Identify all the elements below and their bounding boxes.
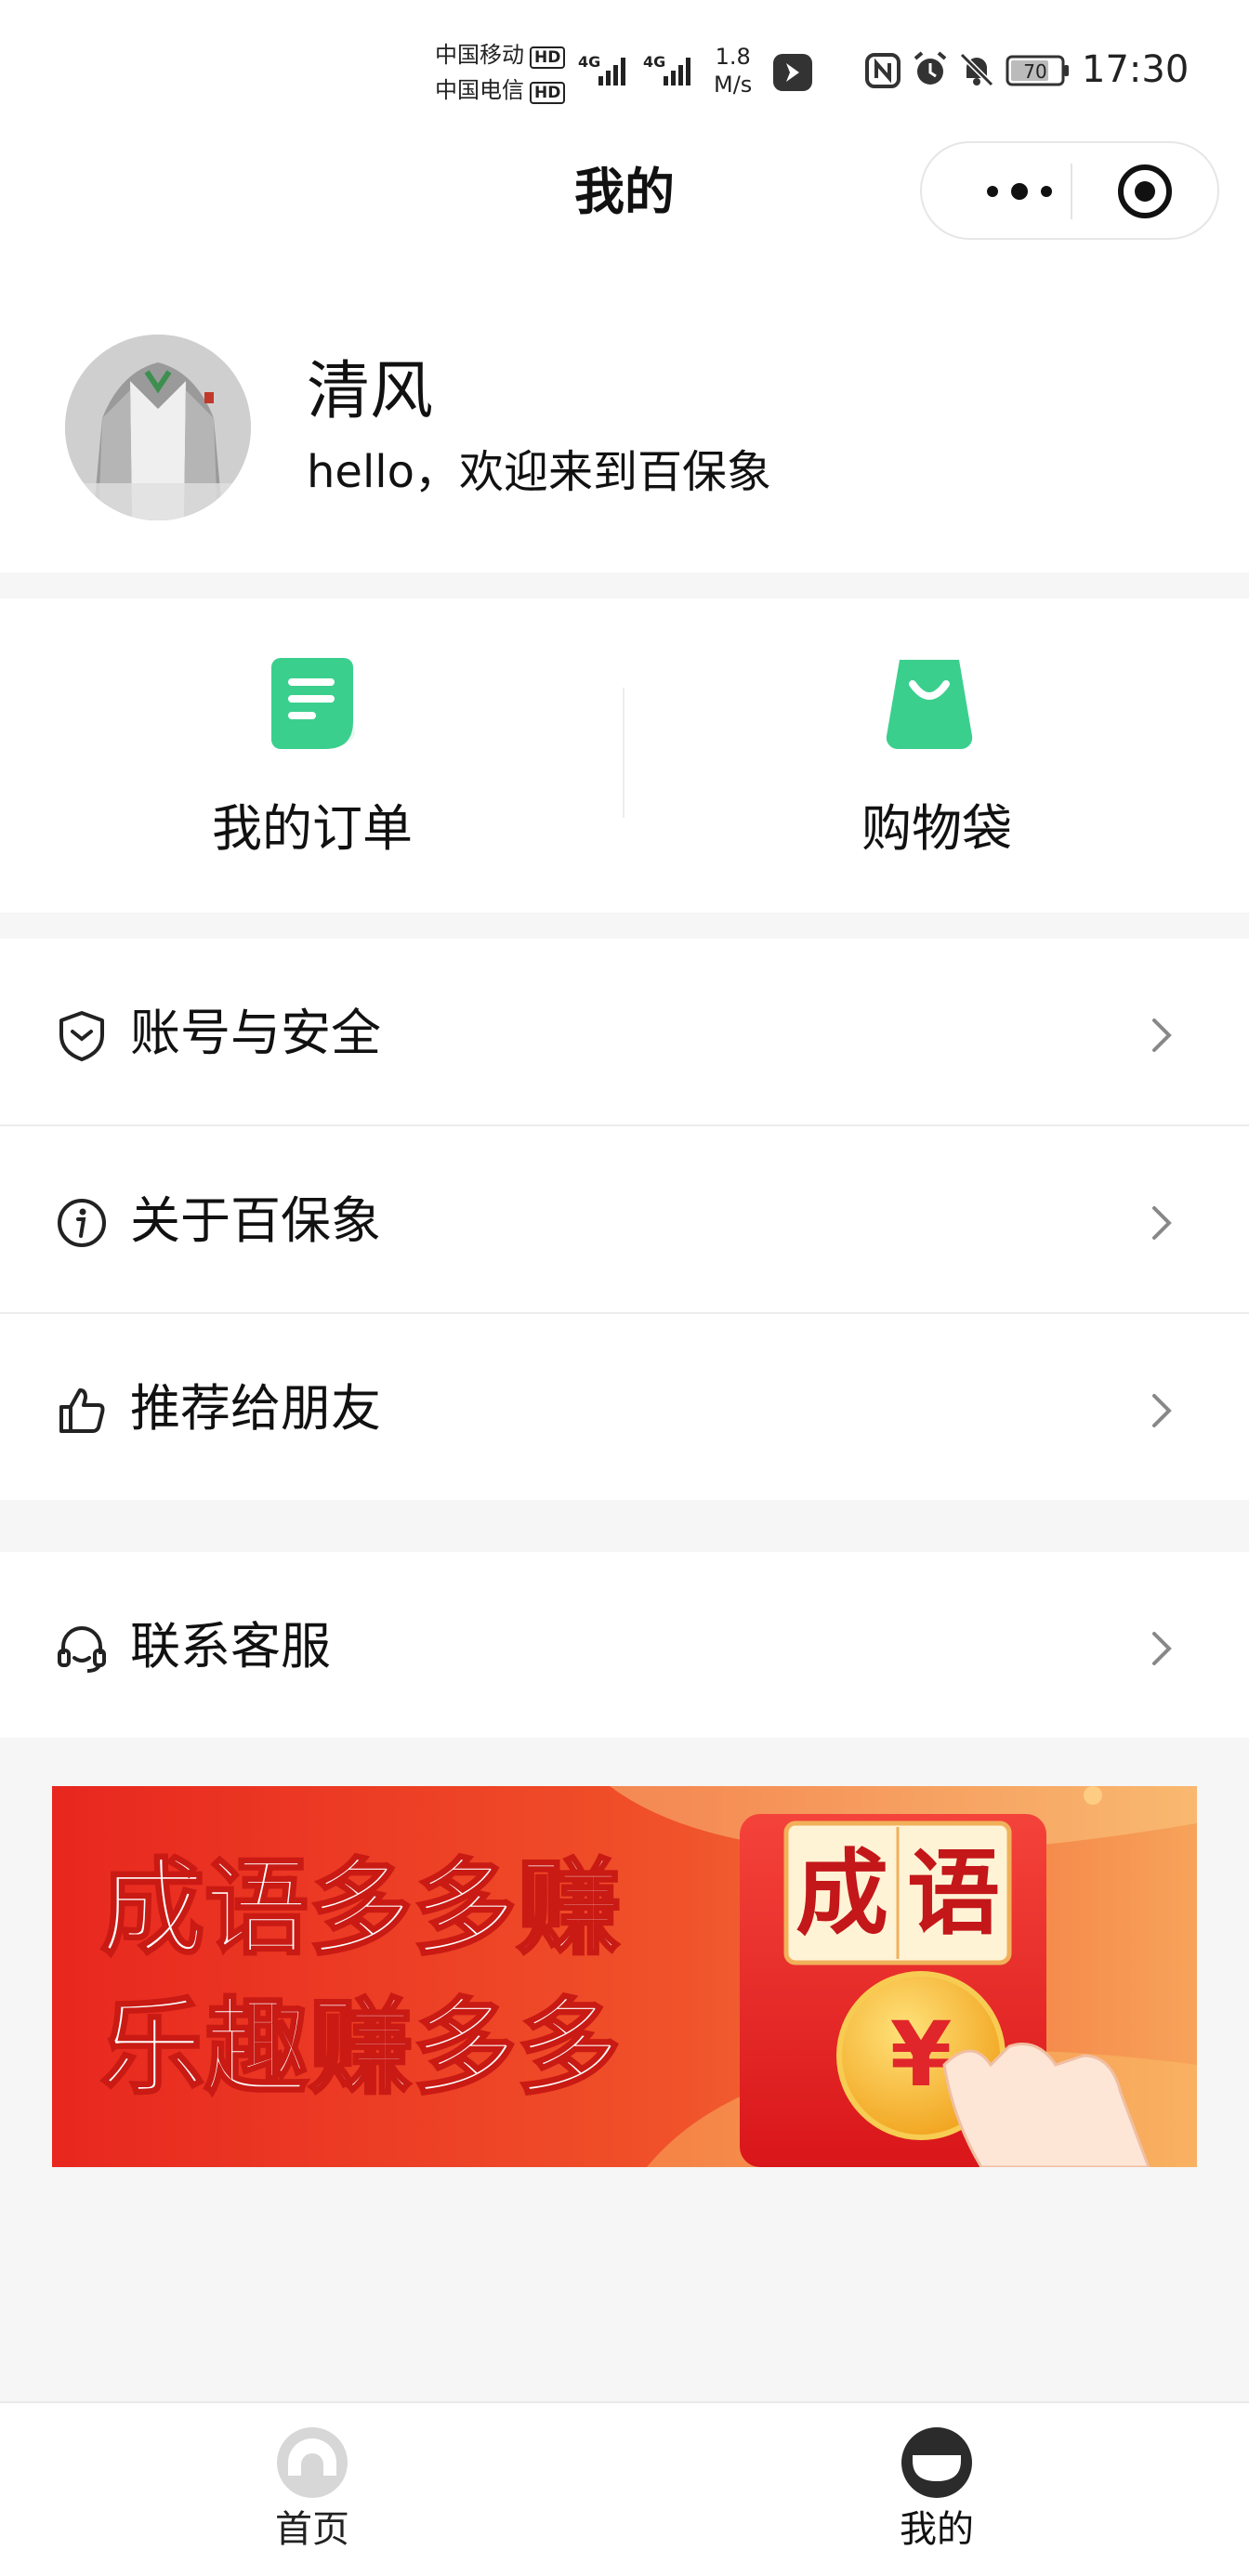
- tab-home[interactable]: 首页: [0, 2401, 624, 2576]
- headset-icon: [58, 1626, 106, 1673]
- tab-mine[interactable]: 我的: [624, 2401, 1249, 2576]
- alarm-icon: [914, 51, 947, 85]
- battery-icon: 70: [1006, 55, 1069, 86]
- menu-label: 推荐给朋友: [130, 1379, 381, 1438]
- app-notification-icon: [773, 54, 812, 91]
- network-type: 4G: [643, 53, 665, 71]
- nfc-icon: [865, 53, 901, 88]
- envelope-char-2: 语: [907, 1838, 1000, 1948]
- network-speed: 1.8 M/s: [714, 43, 752, 99]
- banner-image: 成语多多赚 乐趣赚多多 成 语 ¥: [52, 1786, 1197, 2167]
- menu-label: 账号与安全: [130, 1004, 381, 1062]
- order-list-icon: [271, 658, 355, 749]
- my-orders-button[interactable]: 我的订单: [0, 598, 624, 913]
- close-miniprogram-icon[interactable]: [1115, 162, 1175, 221]
- tab-label: 我的: [900, 2508, 974, 2551]
- menu-item-about[interactable]: 关于百保象: [0, 1126, 1249, 1314]
- menu-group: 联系客服: [0, 1552, 1249, 1738]
- banner-line-1: 成语多多赚: [100, 1848, 621, 1969]
- miniprogram-capsule: [920, 141, 1219, 240]
- chevron-right-icon: [1152, 1632, 1172, 1665]
- banner-line-2: 乐趣赚多多: [100, 1988, 621, 2109]
- mute-bell-icon: [959, 52, 994, 87]
- chevron-right-icon: [1152, 1394, 1172, 1427]
- promo-banner[interactable]: 成语多多赚 乐趣赚多多 成 语 ¥: [52, 1786, 1197, 2167]
- signal-icon: 4G: [578, 53, 625, 85]
- carrier-2: 中国电信: [435, 77, 524, 103]
- battery-level: 70: [1023, 60, 1046, 83]
- hd-badge: HD: [530, 82, 566, 104]
- capsule-divider: [1071, 164, 1072, 219]
- envelope-char-1: 成: [795, 1838, 888, 1948]
- chevron-right-icon: [1152, 1206, 1172, 1240]
- shopping-bag-button[interactable]: 购物袋: [624, 598, 1249, 913]
- menu-item-customer-service[interactable]: 联系客服: [0, 1552, 1249, 1738]
- my-orders-label: 我的订单: [212, 799, 413, 858]
- info-icon: [58, 1199, 106, 1247]
- tab-label: 首页: [275, 2508, 349, 2551]
- carrier-info: 中国移动 HD 中国电信 HD: [435, 37, 574, 108]
- menu-label: 联系客服: [130, 1617, 331, 1676]
- dot-icon: [1011, 183, 1028, 200]
- speed-unit: M/s: [714, 72, 753, 98]
- thumbs-up-icon: [59, 1388, 105, 1433]
- hd-badge: HD: [530, 46, 566, 69]
- home-icon: [277, 2427, 348, 2498]
- coin-symbol: ¥: [890, 2003, 953, 2107]
- shopping-bag-icon: [886, 660, 973, 750]
- avatar-image: [65, 335, 251, 520]
- speed-value: 1.8: [715, 44, 751, 70]
- status-time: 17:30: [1082, 48, 1190, 91]
- avatar[interactable]: [65, 335, 251, 520]
- welcome-text: hello，欢迎来到百保象: [307, 446, 771, 498]
- dot-icon: [1041, 186, 1052, 197]
- user-name: 清风: [307, 355, 434, 428]
- menu-item-account-security[interactable]: 账号与安全: [0, 939, 1249, 1126]
- more-button[interactable]: [959, 164, 1080, 219]
- dot-icon: [987, 186, 998, 197]
- menu-label: 关于百保象: [130, 1191, 381, 1250]
- signal-icon: 4G: [643, 53, 690, 85]
- profile-icon: [901, 2427, 972, 2498]
- menu-group: 账号与安全 关于百保象 推荐给朋友: [0, 939, 1249, 1500]
- carrier-1: 中国移动: [435, 42, 524, 68]
- network-type: 4G: [578, 53, 600, 71]
- chevron-right-icon: [1152, 1019, 1172, 1052]
- menu-item-recommend[interactable]: 推荐给朋友: [0, 1314, 1249, 1500]
- shopping-bag-label: 购物袋: [861, 799, 1012, 858]
- shield-icon: [59, 1011, 104, 1061]
